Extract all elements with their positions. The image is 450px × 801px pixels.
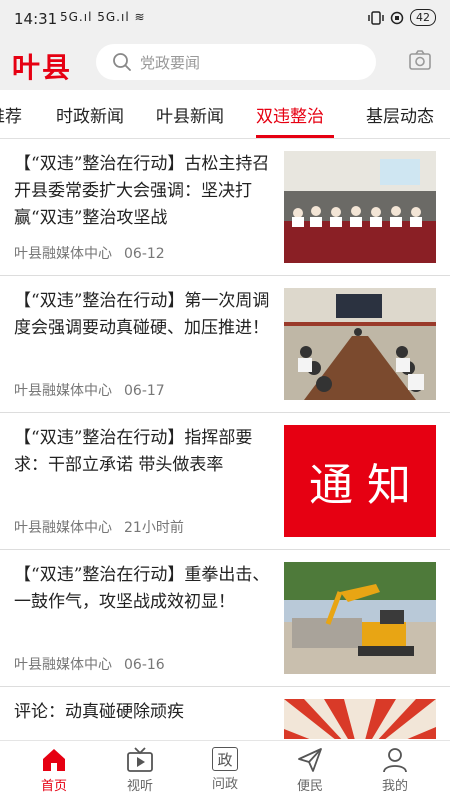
active-tab-indicator (256, 135, 334, 138)
nav-profile[interactable]: 我的 (365, 747, 425, 794)
search-icon (113, 53, 131, 71)
search-placeholder: 党政要闻 (140, 53, 201, 72)
news-thumbnail (284, 699, 436, 739)
news-title: 【“双违”整治在行动】重拳出击、一鼓作气，攻坚战成效初显！ (14, 565, 270, 612)
news-thumbnail (284, 562, 436, 674)
news-item[interactable]: 【“双违”整治在行动】重拳出击、一鼓作气，攻坚战成效初显！ 叶县融媒体中心 06-… (0, 550, 450, 687)
nav-label: 视听 (126, 779, 153, 794)
status-right: 42 (368, 9, 436, 26)
zheng-icon: 政 (212, 747, 238, 771)
news-source: 叶县融媒体中心 (14, 246, 112, 262)
news-time: 06-17 (124, 383, 165, 399)
news-item[interactable]: 【“双违”整治在行动】第一次周调度会强调要动真碰硬、加压推进！ 叶县融媒体中心 0… (0, 276, 450, 413)
alarm-icon (390, 11, 404, 24)
news-item[interactable]: 评论：动真碰硬除顽疾 (0, 687, 450, 739)
notice-text: 通 知 (309, 460, 411, 511)
user-icon (383, 748, 407, 773)
channel-tabs: 推荐 时政新闻 叶县新闻 双违整治 基层动态 (0, 90, 450, 139)
news-item[interactable]: 【“双违”整治在行动】古松主持召开县委常委扩大会强调：坚决打赢“双违”整治攻坚战… (0, 139, 450, 276)
nav-label: 我的 (381, 779, 408, 794)
tab-politics-news[interactable]: 时政新闻 (56, 102, 124, 127)
nav-inquiry[interactable]: 政 问政 (195, 747, 255, 792)
news-title: 【“双违”整治在行动】古松主持召开县委常委扩大会强调：坚决打赢“双违”整治攻坚战 (14, 154, 270, 228)
tab-grassroots[interactable]: 基层动态 (366, 102, 434, 127)
news-thumbnail (284, 151, 436, 263)
news-item[interactable]: 【“双违”整治在行动】指挥部要求：干部立承诺 带头做表率 叶县融媒体中心 21小时… (0, 413, 450, 550)
status-bar: 14:31 5G.ıl 5G.ıl ≋ 42 (0, 0, 450, 44)
vibrate-icon (368, 10, 384, 25)
nav-home[interactable]: 首页 (24, 747, 84, 794)
news-title: 【“双违”整治在行动】指挥部要求：干部立承诺 带头做表率 (14, 428, 253, 475)
search-bar[interactable]: 党政要闻 (96, 44, 376, 80)
news-source: 叶县融媒体中心 (14, 383, 112, 399)
news-time: 21小时前 (124, 520, 184, 536)
tab-recommend[interactable]: 推荐 (0, 102, 22, 127)
status-time: 14:31 (14, 10, 58, 28)
news-source: 叶县融媒体中心 (14, 520, 112, 536)
notice-thumbnail: 通 知 (284, 425, 436, 537)
nav-label: 便民 (296, 779, 323, 794)
app-logo: 叶县 (12, 51, 73, 84)
battery-indicator: 42 (410, 9, 436, 26)
news-title: 【“双违”整治在行动】第一次周调度会强调要动真碰硬、加压推进！ (14, 291, 270, 338)
bottom-navigation: 首页 视听 政 问政 便民 我的 (0, 740, 450, 801)
nav-video[interactable]: 视听 (110, 747, 170, 794)
nav-service[interactable]: 便民 (280, 747, 340, 794)
tab-county-news[interactable]: 叶县新闻 (156, 102, 224, 127)
news-feed[interactable]: 【“双违”整治在行动】古松主持召开县委常委扩大会强调：坚决打赢“双违”整治攻坚战… (0, 139, 450, 739)
news-meta: 叶县融媒体中心 21小时前 (14, 517, 184, 537)
news-meta: 叶县融媒体中心 06-12 (14, 243, 165, 263)
tab-dual-violation[interactable]: 双违整治 (256, 102, 324, 127)
camera-icon[interactable] (408, 48, 432, 72)
send-icon (298, 748, 322, 772)
news-title: 评论：动真碰硬除顽疾 (14, 702, 184, 722)
news-meta: 叶县融媒体中心 06-17 (14, 380, 165, 400)
signal-icon: 5G.ıl 5G.ıl ≋ (60, 10, 146, 24)
tv-icon (127, 747, 153, 772)
nav-label: 问政 (211, 777, 238, 792)
news-source: 叶县融媒体中心 (14, 657, 112, 673)
nav-label: 首页 (40, 779, 67, 794)
app-header: 叶县 党政要闻 (0, 44, 450, 90)
news-meta: 叶县融媒体中心 06-16 (14, 654, 165, 674)
news-time: 06-12 (124, 246, 165, 262)
news-time: 06-16 (124, 657, 165, 673)
home-icon (43, 749, 65, 771)
news-thumbnail (284, 288, 436, 400)
